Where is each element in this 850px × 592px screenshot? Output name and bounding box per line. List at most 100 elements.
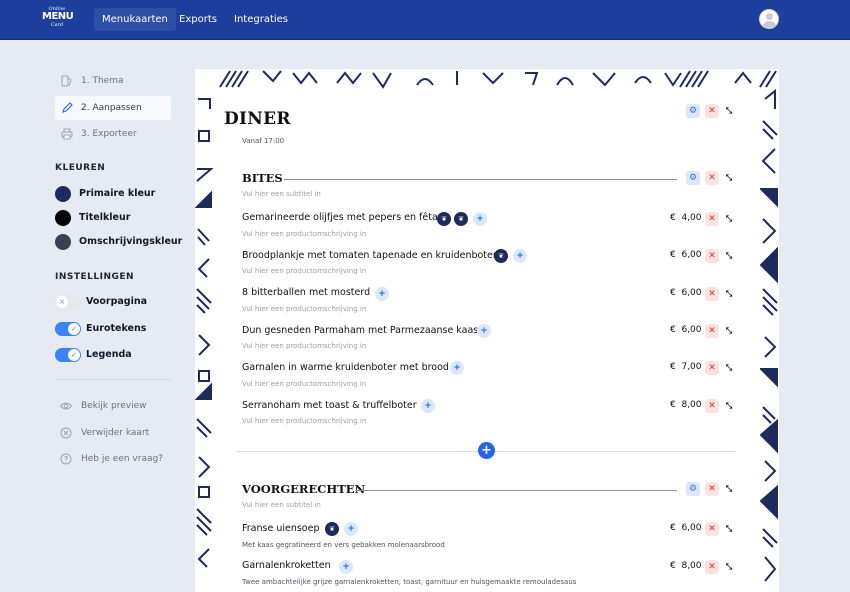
item-description[interactable]: Vul hier een productomschrijving in bbox=[242, 342, 366, 350]
setting-legenda[interactable]: ✓ Legenda bbox=[55, 347, 132, 363]
menu-title[interactable]: DINER bbox=[224, 109, 291, 129]
move-icon[interactable]: ⤡ bbox=[722, 287, 736, 301]
leaf-icon[interactable]: ❦ bbox=[454, 212, 468, 226]
gear-icon[interactable]: ⚙ bbox=[686, 482, 700, 496]
close-icon[interactable]: ✕ bbox=[705, 482, 719, 496]
user-avatar[interactable] bbox=[759, 9, 779, 29]
leaf-icon[interactable]: ❦ bbox=[437, 212, 451, 226]
section-subtitle-input[interactable]: Vul hier een subtitel in bbox=[242, 501, 321, 509]
item-description[interactable]: Vul hier een productomschrijving in bbox=[242, 417, 366, 425]
item-price[interactable]: € 7,00 bbox=[670, 362, 702, 372]
link-delete[interactable]: Verwijder kaart bbox=[55, 425, 149, 441]
item-description[interactable]: Met kaas gegratineerd en vers gebakken m… bbox=[242, 541, 445, 549]
item-price[interactable]: € 4,00 bbox=[670, 213, 702, 223]
color-swatch-description[interactable] bbox=[55, 234, 71, 250]
nav-exports[interactable]: Exports bbox=[171, 8, 225, 31]
setting-eurotekens[interactable]: ✓ Eurotekens bbox=[55, 321, 146, 337]
move-icon[interactable]: ⤡ bbox=[722, 522, 736, 536]
plus-icon[interactable]: + bbox=[339, 560, 353, 574]
link-preview[interactable]: Bekijk preview bbox=[55, 398, 146, 414]
legenda-toggle[interactable]: ✓ bbox=[55, 348, 81, 362]
link-help[interactable]: Heb je een vraag? bbox=[55, 451, 163, 467]
item-description[interactable]: Vul hier een productomschrijving in bbox=[242, 380, 366, 388]
close-icon[interactable]: ✕ bbox=[705, 522, 719, 536]
close-icon[interactable]: ✕ bbox=[705, 249, 719, 263]
move-icon[interactable]: ⤡ bbox=[722, 212, 736, 226]
eye-icon bbox=[60, 402, 72, 410]
item-name[interactable]: Garnalenkroketten bbox=[242, 560, 331, 571]
item-price[interactable]: € 8,00 bbox=[670, 400, 702, 410]
section-divider bbox=[284, 179, 677, 180]
move-icon[interactable]: ⤡ bbox=[722, 249, 736, 263]
step-exporteer-label: 3. Exporteer bbox=[81, 129, 137, 139]
step-aanpassen[interactable]: 2. Aanpassen bbox=[55, 96, 171, 120]
item-price[interactable]: € 6,00 bbox=[670, 325, 702, 335]
plus-icon[interactable]: + bbox=[344, 522, 358, 536]
nav-integraties[interactable]: Integraties bbox=[226, 8, 296, 31]
color-description[interactable]: Omschrijvingskleur bbox=[55, 233, 182, 251]
item-description[interactable]: Vul hier een productomschrijving in bbox=[242, 230, 366, 238]
gear-icon[interactable]: ⚙ bbox=[686, 104, 700, 118]
close-icon[interactable]: ✕ bbox=[705, 560, 719, 574]
close-icon[interactable]: ✕ bbox=[705, 324, 719, 338]
item-name[interactable]: Dun gesneden Parmaham met Parmezaanse ka… bbox=[242, 325, 478, 336]
step-thema[interactable]: 1. Thema bbox=[55, 69, 171, 93]
close-icon[interactable]: ✕ bbox=[705, 212, 719, 226]
item-price[interactable]: € 6,00 bbox=[670, 523, 702, 533]
add-section-button[interactable]: + bbox=[478, 442, 495, 459]
currency-symbol: € bbox=[670, 561, 676, 571]
plus-icon[interactable]: + bbox=[513, 249, 527, 263]
item-name[interactable]: Gemarineerde olijfjes met pepers en fêta bbox=[242, 212, 438, 223]
eurotekens-toggle[interactable]: ✓ bbox=[55, 322, 81, 336]
setting-voorpagina[interactable]: × Voorpagina bbox=[55, 294, 147, 310]
color-primary[interactable]: Primaire kleur bbox=[55, 185, 155, 203]
plus-icon[interactable]: + bbox=[477, 324, 491, 338]
close-icon[interactable]: ✕ bbox=[705, 399, 719, 413]
color-swatch-primary[interactable] bbox=[55, 186, 71, 202]
top-nav-bar: Online MENU Card Menukaarten Exports Int… bbox=[0, 0, 850, 40]
close-icon[interactable]: ✕ bbox=[705, 171, 719, 185]
color-swatch-title[interactable] bbox=[55, 210, 71, 226]
plus-icon[interactable]: + bbox=[375, 287, 389, 301]
question-icon bbox=[60, 453, 72, 465]
item-price[interactable]: € 6,00 bbox=[670, 288, 702, 298]
plus-icon[interactable]: + bbox=[450, 361, 464, 375]
check-icon: ✓ bbox=[68, 323, 80, 335]
plus-icon[interactable]: + bbox=[421, 399, 435, 413]
plus-icon[interactable]: + bbox=[473, 212, 487, 226]
move-icon[interactable]: ⤡ bbox=[722, 324, 736, 338]
move-icon[interactable]: ⤡ bbox=[722, 104, 736, 118]
nav-menukaarten[interactable]: Menukaarten bbox=[94, 8, 176, 31]
close-icon[interactable]: ✕ bbox=[705, 361, 719, 375]
item-description[interactable]: Vul hier een productomschrijving in bbox=[242, 267, 366, 275]
item-name[interactable]: Broodplankje met tomaten tapenade en kru… bbox=[242, 250, 497, 261]
menu-subtitle[interactable]: Vanaf 17:00 bbox=[242, 137, 284, 145]
section-title-voorgerechten[interactable]: VOORGERECHTEN bbox=[242, 482, 365, 496]
step-exporteer[interactable]: 3. Exporteer bbox=[55, 122, 171, 146]
move-icon[interactable]: ⤡ bbox=[722, 361, 736, 375]
section-title-bites[interactable]: BITES bbox=[242, 171, 283, 185]
item-name[interactable]: Franse uiensoep bbox=[242, 523, 320, 534]
section-subtitle-input[interactable]: Vul hier een subtitel in bbox=[242, 190, 321, 198]
move-icon[interactable]: ⤡ bbox=[722, 560, 736, 574]
item-name[interactable]: 8 bitterballen met mosterd bbox=[242, 287, 370, 298]
item-price[interactable]: € 6,00 bbox=[670, 250, 702, 260]
palette-icon bbox=[61, 75, 72, 87]
move-icon[interactable]: ⤡ bbox=[722, 482, 736, 496]
leaf-icon[interactable]: ❦ bbox=[325, 522, 339, 536]
item-price[interactable]: € 8,00 bbox=[670, 561, 702, 571]
color-title[interactable]: Titelkleur bbox=[55, 209, 130, 227]
item-description[interactable]: Vul hier een productomschrijving in bbox=[242, 305, 366, 313]
brand-logo[interactable]: Online MENU Card bbox=[42, 6, 74, 34]
item-description[interactable]: Twee ambachtelijke grijze garnalenkroket… bbox=[242, 578, 576, 586]
close-icon[interactable]: ✕ bbox=[705, 104, 719, 118]
voorpagina-toggle[interactable]: × bbox=[55, 295, 81, 309]
close-icon[interactable]: ✕ bbox=[705, 287, 719, 301]
move-icon[interactable]: ⤡ bbox=[722, 171, 736, 185]
item-name[interactable]: Garnalen in warme kruidenboter met brood bbox=[242, 362, 449, 373]
price-value: 6,00 bbox=[681, 523, 702, 533]
leaf-icon[interactable]: ❦ bbox=[494, 249, 508, 263]
move-icon[interactable]: ⤡ bbox=[722, 399, 736, 413]
item-name[interactable]: Serranoham met toast & truffelboter bbox=[242, 400, 417, 411]
gear-icon[interactable]: ⚙ bbox=[686, 171, 700, 185]
